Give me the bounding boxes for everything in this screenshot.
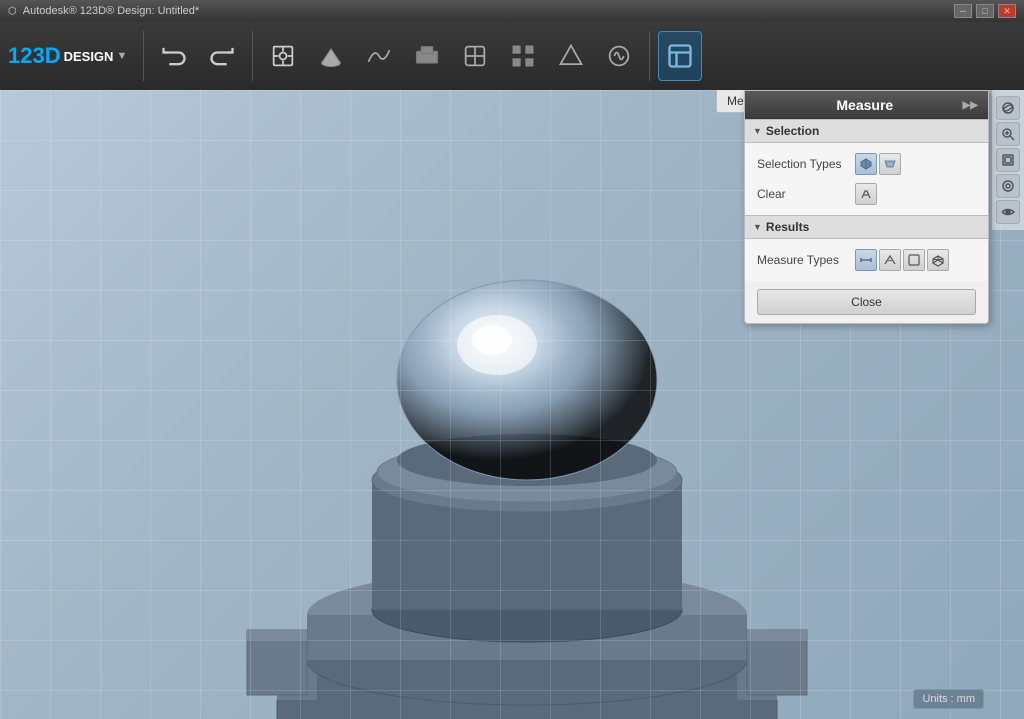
clear-group bbox=[855, 183, 877, 205]
measure-panel-title: Measure bbox=[836, 97, 893, 113]
selection-types-row: Selection Types bbox=[757, 149, 976, 179]
logo-dropdown-arrow[interactable]: ▼ bbox=[116, 50, 127, 62]
fit-view-button[interactable] bbox=[996, 148, 1020, 172]
toolbar-separator-2 bbox=[252, 31, 253, 81]
visibility-button[interactable] bbox=[996, 200, 1020, 224]
view-controls bbox=[992, 90, 1024, 230]
results-section-arrow: ▼ bbox=[753, 222, 762, 232]
primitives-button[interactable] bbox=[309, 31, 353, 81]
toolbar: 123D DESIGN ▼ bbox=[0, 22, 1024, 90]
logo-num: 123D bbox=[8, 43, 61, 69]
toolbar-separator-3 bbox=[649, 31, 650, 81]
orbit-button[interactable] bbox=[996, 96, 1020, 120]
measure-panel: Measure ▶▶ ▼ Selection Selection Types bbox=[744, 90, 989, 324]
zoom-button[interactable] bbox=[996, 122, 1020, 146]
measure-types-label: Measure Types bbox=[757, 253, 847, 267]
close-window-button[interactable]: ✕ bbox=[998, 4, 1016, 18]
modify-button[interactable] bbox=[453, 31, 497, 81]
selection-types-group bbox=[855, 153, 901, 175]
panel-expand-button[interactable]: ▶▶ bbox=[959, 100, 982, 111]
measure-types-group bbox=[855, 249, 949, 271]
close-panel-button[interactable]: Close bbox=[757, 289, 976, 315]
selection-section-arrow: ▼ bbox=[753, 126, 762, 136]
selection-solid-button[interactable] bbox=[855, 153, 877, 175]
app-title: Autodesk® 123D® Design: Untitled* bbox=[23, 5, 199, 17]
measure-volume-button[interactable] bbox=[927, 249, 949, 271]
selection-section-body: Selection Types bbox=[745, 143, 988, 215]
logo-design: DESIGN bbox=[64, 50, 114, 63]
clear-button[interactable] bbox=[855, 183, 877, 205]
measure-angle-button[interactable] bbox=[879, 249, 901, 271]
measure-panel-header: Measure ▶▶ bbox=[745, 91, 988, 119]
selection-section-label: Selection bbox=[766, 124, 819, 138]
selection-section-header[interactable]: ▼ Selection bbox=[745, 119, 988, 143]
title-bar-left: ⬡ Autodesk® 123D® Design: Untitled* bbox=[8, 5, 199, 17]
transform-button[interactable] bbox=[261, 31, 305, 81]
app-logo: 123D DESIGN ▼ bbox=[8, 43, 127, 69]
toolbar-separator-1 bbox=[143, 31, 144, 81]
measure-types-row: Measure Types bbox=[757, 245, 976, 275]
active-tool-button[interactable] bbox=[658, 31, 702, 81]
viewport[interactable]: Measu... Units : mm bbox=[0, 90, 1024, 719]
clear-row: Clear bbox=[757, 179, 976, 209]
redo-button[interactable] bbox=[200, 31, 244, 81]
results-section-body: Measure Types bbox=[745, 239, 988, 281]
sketch-button[interactable] bbox=[357, 31, 401, 81]
undo-button[interactable] bbox=[152, 31, 196, 81]
title-bar-controls: ─ □ ✕ bbox=[954, 4, 1016, 18]
maximize-button[interactable]: □ bbox=[976, 4, 994, 18]
clear-label: Clear bbox=[757, 187, 847, 201]
measure-distance-button[interactable] bbox=[855, 249, 877, 271]
units-badge: Units : mm bbox=[913, 689, 984, 709]
minimize-button[interactable]: ─ bbox=[954, 4, 972, 18]
results-section-label: Results bbox=[766, 220, 809, 234]
construct-button[interactable] bbox=[405, 31, 449, 81]
title-bar: ⬡ Autodesk® 123D® Design: Untitled* ─ □ … bbox=[0, 0, 1024, 22]
snap-button[interactable] bbox=[597, 31, 641, 81]
selection-types-label: Selection Types bbox=[757, 157, 847, 171]
results-section-header[interactable]: ▼ Results bbox=[745, 215, 988, 239]
pattern-button[interactable] bbox=[501, 31, 545, 81]
selection-face-button[interactable] bbox=[879, 153, 901, 175]
perspective-button[interactable] bbox=[996, 174, 1020, 198]
group-button[interactable] bbox=[549, 31, 593, 81]
measure-area-button[interactable] bbox=[903, 249, 925, 271]
